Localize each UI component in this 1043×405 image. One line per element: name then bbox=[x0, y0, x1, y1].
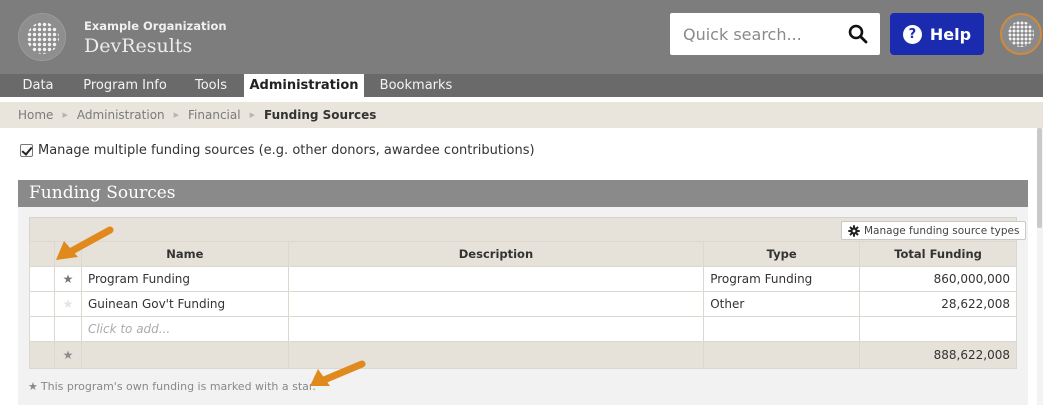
cell-name[interactable]: Guinean Gov't Funding bbox=[80, 291, 289, 317]
breadcrumb-administration[interactable]: Administration bbox=[77, 108, 165, 122]
empty-cell[interactable] bbox=[703, 316, 861, 342]
star-icon: ★ bbox=[28, 380, 38, 393]
manage-funding-source-types-button[interactable]: Manage funding source types bbox=[841, 221, 1027, 240]
add-row[interactable]: Click to add... bbox=[29, 316, 1017, 342]
nav-program-info[interactable]: Program Info bbox=[80, 74, 170, 97]
page-scrollbar-thumb[interactable] bbox=[1037, 128, 1042, 228]
nav-data[interactable]: Data bbox=[16, 74, 60, 97]
column-header-type[interactable]: Type bbox=[703, 241, 861, 267]
breadcrumb-financial[interactable]: Financial bbox=[188, 108, 241, 122]
total-name-cell bbox=[80, 341, 289, 369]
search-icon[interactable] bbox=[848, 24, 868, 44]
cell-name[interactable]: Program Funding bbox=[80, 266, 289, 292]
total-funding-value: 888,622,008 bbox=[859, 341, 1017, 369]
cell-type[interactable]: Other bbox=[703, 291, 861, 317]
app-name: DevResults bbox=[84, 35, 193, 57]
manage-multiple-checkbox[interactable] bbox=[20, 144, 33, 157]
table-row[interactable]: ★ Guinean Gov't Funding Other 28,622,008 bbox=[29, 291, 1017, 317]
breadcrumb-separator-icon: ▶ bbox=[249, 111, 255, 119]
column-header-total-funding[interactable]: Total Funding bbox=[859, 241, 1017, 267]
main-nav: Data Program Info Tools Administration B… bbox=[0, 74, 1043, 97]
search-input[interactable] bbox=[670, 13, 840, 55]
help-label: Help bbox=[929, 24, 972, 44]
cell-total-funding: 28,622,008 bbox=[859, 291, 1017, 317]
manage-multiple-row: Manage multiple funding sources (e.g. ot… bbox=[20, 143, 535, 158]
star-icon[interactable]: ★ bbox=[63, 272, 74, 286]
funding-sources-panel-header: Funding Sources bbox=[18, 180, 1028, 207]
logo-dots bbox=[27, 22, 59, 54]
star-icon: ★ bbox=[62, 348, 74, 362]
row-select-cell bbox=[29, 316, 55, 342]
row-select-cell[interactable] bbox=[29, 291, 55, 317]
nav-bookmarks[interactable]: Bookmarks bbox=[376, 74, 456, 97]
total-star-cell: ★ bbox=[53, 341, 82, 369]
cell-type[interactable]: Program Funding bbox=[703, 266, 861, 292]
column-header-description[interactable]: Description bbox=[287, 241, 705, 267]
breadcrumb-current: Funding Sources bbox=[263, 108, 377, 122]
panel-title: Funding Sources bbox=[29, 183, 176, 203]
gear-icon bbox=[848, 224, 860, 237]
question-icon: ? bbox=[902, 24, 922, 44]
nav-administration[interactable]: Administration bbox=[244, 74, 364, 97]
avatar-dots bbox=[1008, 21, 1034, 47]
breadcrumb-separator-icon: ▶ bbox=[173, 111, 180, 119]
row-select-cell[interactable] bbox=[29, 266, 55, 292]
add-new-cell[interactable]: Click to add... bbox=[80, 316, 289, 342]
star-footnote: ★ This program's own funding is marked w… bbox=[28, 380, 316, 393]
table-row[interactable]: ★ Program Funding Program Funding 860,00… bbox=[29, 266, 1017, 292]
empty-cell[interactable] bbox=[287, 316, 705, 342]
cell-description[interactable] bbox=[287, 291, 705, 317]
manage-types-label: Manage funding source types bbox=[864, 224, 1020, 237]
total-type-cell bbox=[703, 341, 861, 369]
cell-total-funding: 860,000,000 bbox=[859, 266, 1017, 292]
star-cell bbox=[53, 316, 82, 342]
org-logo[interactable] bbox=[18, 13, 66, 61]
cell-description[interactable] bbox=[287, 266, 705, 292]
app-header: Example Organization DevResults ? Help bbox=[0, 0, 1043, 74]
table-header-row: Name Description Type Total Funding bbox=[29, 241, 1017, 267]
manage-multiple-label[interactable]: Manage multiple funding sources (e.g. ot… bbox=[38, 143, 535, 158]
header-select-cell bbox=[29, 241, 55, 267]
annotation-arrow-icon bbox=[310, 360, 366, 386]
funding-sources-table: Name Description Type Total Funding ★ Pr… bbox=[29, 241, 1017, 369]
star-cell[interactable]: ★ bbox=[53, 266, 82, 292]
total-row: ★ 888,622,008 bbox=[29, 341, 1017, 369]
quick-search bbox=[670, 13, 880, 55]
breadcrumb: Home ▶ Administration ▶ Financial ▶ Fund… bbox=[0, 102, 1043, 128]
breadcrumb-separator-icon: ▶ bbox=[62, 111, 68, 119]
help-button[interactable]: ? Help bbox=[890, 13, 984, 55]
total-select-cell bbox=[29, 341, 55, 369]
user-avatar[interactable] bbox=[1000, 13, 1042, 55]
nav-tools[interactable]: Tools bbox=[188, 74, 234, 97]
org-name: Example Organization bbox=[84, 19, 227, 33]
footnote-text: This program's own funding is marked wit… bbox=[40, 380, 316, 393]
breadcrumb-home[interactable]: Home bbox=[18, 108, 53, 122]
annotation-arrow-icon bbox=[56, 226, 114, 260]
star-cell[interactable]: ★ bbox=[53, 291, 82, 317]
star-outline-icon[interactable]: ★ bbox=[63, 297, 74, 311]
empty-cell bbox=[859, 316, 1017, 342]
add-placeholder[interactable]: Click to add... bbox=[88, 322, 170, 336]
